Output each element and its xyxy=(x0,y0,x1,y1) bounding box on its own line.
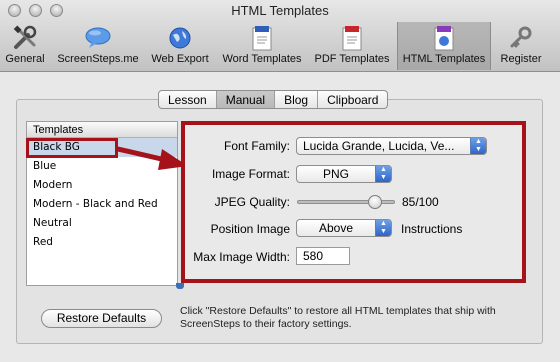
selection-annotation-box xyxy=(26,138,118,158)
annotation-arrow-icon xyxy=(118,146,188,170)
tab-manual[interactable]: Manual xyxy=(216,91,276,108)
toolbar-word-templates[interactable]: Word Templates xyxy=(221,24,303,70)
position-image-suffix: Instructions xyxy=(401,222,463,236)
jpeg-quality-label: JPEG Quality: xyxy=(214,195,290,209)
position-image-popup[interactable]: Above ▲ ▼ xyxy=(296,219,392,237)
tab-blog[interactable]: Blog xyxy=(275,91,319,108)
max-image-width-label: Max Image Width: xyxy=(193,250,290,264)
image-format-label: Image Format: xyxy=(211,167,290,181)
popup-stepper-icon: ▲ ▼ xyxy=(375,220,391,236)
tools-icon xyxy=(9,24,41,52)
toolbar-label: ScreenSteps.me xyxy=(57,53,139,65)
font-family-value: Lucida Grande, Lucida, Ve... xyxy=(303,139,455,153)
toolbar-web-export[interactable]: Web Export xyxy=(150,24,210,70)
toolbar-general[interactable]: General xyxy=(4,24,46,70)
preferences-window: HTML Templates General ScreenSteps.me We… xyxy=(0,0,560,362)
list-item[interactable]: Red xyxy=(27,233,177,252)
list-item[interactable]: Modern - Black and Red xyxy=(27,195,177,214)
image-format-value: PNG xyxy=(322,167,349,181)
font-family-label: Font Family: xyxy=(223,139,290,153)
max-image-width-field[interactable]: 580 xyxy=(296,247,350,265)
html-document-icon xyxy=(428,24,460,52)
toolbar-register[interactable]: Register xyxy=(498,24,544,70)
key-icon xyxy=(505,24,537,52)
list-item[interactable]: Neutral xyxy=(27,214,177,233)
toolbar-label: Web Export xyxy=(151,53,209,65)
templates-list-header: Templates xyxy=(27,122,177,138)
toolbar-html-templates[interactable]: HTML Templates xyxy=(397,22,491,70)
toolbar-pdf-templates[interactable]: PDF Templates xyxy=(314,24,390,70)
tab-bar: Lesson Manual Blog Clipboard xyxy=(158,90,389,109)
position-image-value: Above xyxy=(318,221,354,235)
restore-defaults-button[interactable]: Restore Defaults xyxy=(41,309,162,328)
position-image-label: Position Image xyxy=(210,222,290,236)
toolbar-screensteps-me[interactable]: ScreenSteps.me xyxy=(57,24,139,70)
window-title: HTML Templates xyxy=(231,3,329,18)
popup-stepper-icon: ▲ ▼ xyxy=(470,138,486,154)
toolbar-label: General xyxy=(5,53,45,65)
speech-bubble-icon xyxy=(82,24,114,52)
image-format-popup[interactable]: PNG ▲ ▼ xyxy=(296,165,392,183)
tab-lesson[interactable]: Lesson xyxy=(159,91,217,108)
popup-stepper-icon: ▲ ▼ xyxy=(375,166,391,182)
tab-clipboard[interactable]: Clipboard xyxy=(318,91,387,108)
restore-defaults-note: Click "Restore Defaults" to restore all … xyxy=(180,305,496,330)
globe-icon xyxy=(164,24,196,52)
jpeg-quality-readout: 85/100 xyxy=(402,195,439,209)
toolbar: General ScreenSteps.me Web Export Word T… xyxy=(0,22,560,70)
pdf-document-icon xyxy=(336,24,368,52)
toolbar-label: Word Templates xyxy=(222,53,302,65)
toolbar-label: PDF Templates xyxy=(314,53,390,65)
word-document-icon xyxy=(246,24,278,52)
toolbar-label: Register xyxy=(500,53,542,65)
toolbar-label: HTML Templates xyxy=(402,53,486,65)
list-item[interactable]: Modern xyxy=(27,176,177,195)
font-family-popup[interactable]: Lucida Grande, Lucida, Ve... ▲ ▼ xyxy=(296,137,487,155)
title-toolbar: HTML Templates General ScreenSteps.me We… xyxy=(0,0,560,72)
list-resize-handle[interactable] xyxy=(176,283,184,289)
